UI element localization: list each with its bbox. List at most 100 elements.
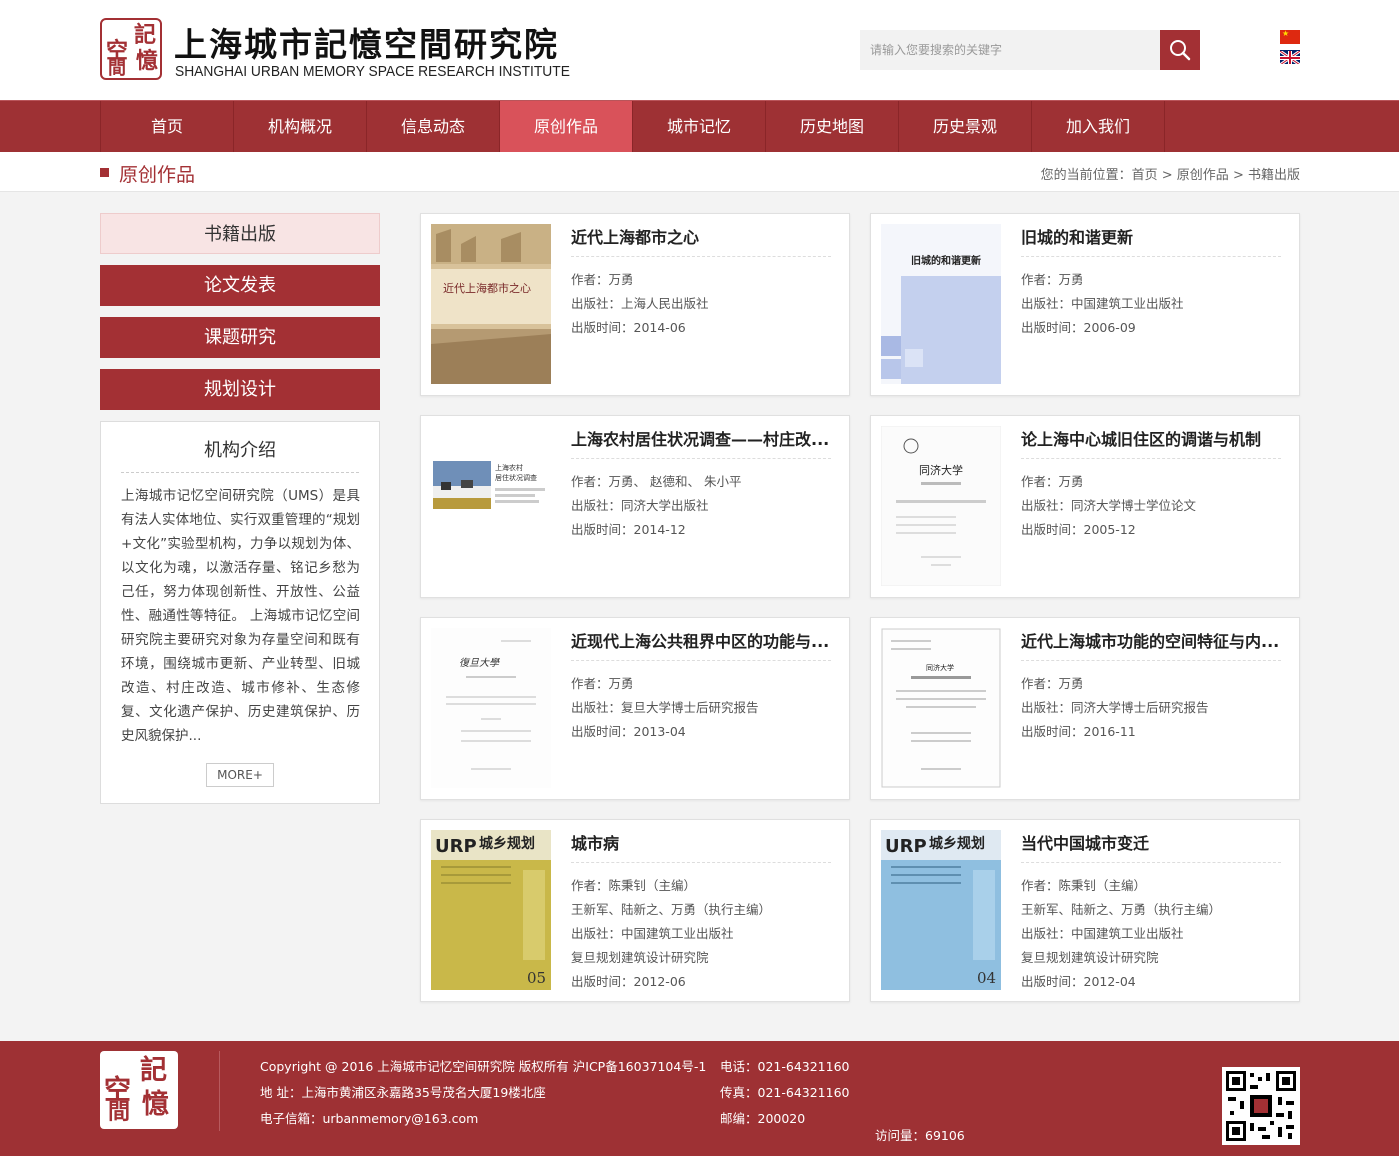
book-publisher: 出版社：复旦大学博士后研究报告 [571,700,759,715]
nav-item-home[interactable]: 首页 [101,101,234,152]
divider [1021,458,1281,459]
book-cover-image[interactable]: URP 城乡规划 04 [881,830,1001,990]
logo-glyph: 記 [140,1055,167,1086]
book-title[interactable]: 当代中国城市变迁 [1021,830,1281,854]
book-author: 作者：万勇 [571,676,634,691]
divider [1021,256,1281,257]
svg-text:居住状况调查: 居住状况调查 [495,473,537,482]
book-title[interactable]: 上海农村居住状况调查——村庄改... [571,426,831,450]
logo-seal-icon[interactable]: 空 記 間 憶 [100,18,162,80]
cover-issue-number: 04 [977,969,996,987]
breadcrumb-books[interactable]: 书籍出版 [1248,168,1300,183]
site-footer: 空 記 間 憶 Copyright @ 2016 上海城市记忆空间研究院 版权所… [0,1041,1399,1156]
book-card[interactable]: 同济大学 论上海中心城旧住区的调谐与机制 作者：万勇 出版社：同济大学博士学位论… [870,415,1300,598]
book-institute: 复旦规划建筑设计研究院 [571,950,709,965]
book-date: 出版时间：2012-06 [571,974,686,989]
book-publisher: 出版社：同济大学出版社 [571,498,709,513]
logo-glyph: 憶 [142,1089,169,1120]
svg-text:URP: URP [435,836,477,857]
intro-text: 上海城市记忆空间研究院（UMS）是具有法人实体地位、实行双重管理的“规划+文化”… [121,488,360,744]
book-card[interactable]: URP 城乡规划 05 城市病 作者：陈秉钊（主编） 王新军、陆新之、万勇（执行… [420,819,850,1002]
book-cover-image[interactable]: 近代上海都市之心 [431,224,551,384]
book-title[interactable]: 近代上海都市之心 [571,224,831,248]
side-item-papers[interactable]: 论文发表 [100,265,380,306]
book-title[interactable]: 近代上海城市功能的空间特征与内... [1021,628,1281,652]
book-author: 作者：陈秉钊（主编） [1021,878,1147,893]
book-editors: 王新军、陆新之、万勇（执行主编） [1021,902,1222,917]
book-date: 出版时间：2012-04 [1021,974,1136,989]
book-title[interactable]: 旧城的和谐更新 [1021,224,1281,248]
section-title: 原创作品 [119,164,196,186]
zh-flag-icon[interactable] [1280,29,1300,44]
book-author: 作者：万勇 [1021,272,1084,287]
cover-text: 同济大学 [926,663,954,672]
side-item-research[interactable]: 课题研究 [100,317,380,358]
nav-item-works[interactable]: 原创作品 [500,101,633,152]
logo-glyph: 間 [108,1099,131,1125]
book-author: 作者：万勇 [571,272,634,287]
search-input[interactable] [860,30,1160,70]
book-card[interactable]: 復旦大學 近现代上海公共租界中区的功能与... 作者：万勇 出版社：复旦大学博士… [420,617,850,800]
nav-item-memory[interactable]: 城市记忆 [633,101,766,152]
copyright-text: Copyright @ 2016 上海城市记忆空间研究院 版权所有 沪ICP备1… [260,1059,707,1074]
breadcrumb-home[interactable]: 首页 [1132,168,1158,183]
book-card[interactable]: 近代上海都市之心 近代上海都市之心 作者：万勇 出版社：上海人民出版社 出版时间… [420,213,850,396]
main-nav: 首页 机构概况 信息动态 原创作品 城市记忆 历史地图 历史景观 加入我们 [0,100,1399,152]
book-title[interactable]: 近现代上海公共租界中区的功能与... [571,628,831,652]
nav-item-landscape[interactable]: 历史景观 [899,101,1032,152]
side-menu: 书籍出版 论文发表 课题研究 规划设计 [100,213,380,421]
book-institute: 复旦规划建筑设计研究院 [1021,950,1159,965]
book-card[interactable]: 同济大学 近代上海城市功能的空间特征与内... 作者：万勇 出版社：同济大学博士… [870,617,1300,800]
book-date: 出版时间：2006-09 [1021,320,1136,335]
book-cover-image[interactable]: URP 城乡规划 05 [431,830,551,990]
breadcrumb-works[interactable]: 原创作品 [1177,168,1229,183]
nav-item-about[interactable]: 机构概况 [234,101,367,152]
book-author: 作者：万勇 [1021,474,1084,489]
book-author: 作者：万勇、 赵德和、 朱小平 [571,474,742,489]
book-title[interactable]: 论上海中心城旧住区的调谐与机制 [1021,426,1281,450]
book-publisher: 出版社：中国建筑工业出版社 [1021,296,1184,311]
logo-glyph: 憶 [136,48,159,74]
book-meta: 作者：陈秉钊（主编） 王新军、陆新之、万勇（执行主编） 出版社：中国建筑工业出版… [571,874,841,994]
postcode-text: 邮编：200020 [720,1111,806,1126]
book-meta: 作者：陈秉钊（主编） 王新军、陆新之、万勇（执行主编） 出版社：中国建筑工业出版… [1021,874,1291,994]
book-publisher: 出版社：同济大学博士学位论文 [1021,498,1197,513]
book-cover-image[interactable]: 上海农村 居住状况调查 [431,426,551,586]
nav-item-join[interactable]: 加入我们 [1032,101,1165,152]
breadcrumb-prefix: 您的当前位置： [1040,168,1132,183]
site-title[interactable]: 上海城市記憶空間研究院 [174,18,559,66]
divider [121,472,359,473]
more-button[interactable]: MORE+ [206,763,274,787]
book-cover-image[interactable]: 復旦大學 [431,628,551,788]
section-marker-icon [100,168,109,177]
book-date: 出版时间：2014-06 [571,320,686,335]
book-cover-image[interactable]: 同济大学 [881,628,1001,788]
book-meta: 作者：万勇、 赵德和、 朱小平 出版社：同济大学出版社 出版时间：2014-12 [571,470,841,542]
nav-item-news[interactable]: 信息动态 [367,101,500,152]
logo-glyph: 記 [134,22,157,48]
breadcrumb-separator: > [1161,168,1173,183]
book-cover-image[interactable]: 旧城的和谐更新 [881,224,1001,384]
book-card[interactable]: 上海农村 居住状况调查 上海农村居住状况调查——村庄改... 作者：万勇、 赵德… [420,415,850,598]
en-flag-icon[interactable] [1280,50,1300,64]
book-publisher: 出版社：中国建筑工业出版社 [1021,926,1184,941]
book-card[interactable]: 旧城的和谐更新 旧城的和谐更新 作者：万勇 出版社：中国建筑工业出版社 出版时间… [870,213,1300,396]
qr-code-icon [1222,1067,1300,1145]
book-title[interactable]: 城市病 [571,830,831,854]
nav-item-maps[interactable]: 历史地图 [766,101,899,152]
book-meta: 作者：万勇 出版社：中国建筑工业出版社 出版时间：2006-09 [1021,268,1291,340]
footer-logo-icon: 空 記 間 憶 [100,1051,178,1129]
book-date: 出版时间：2005-12 [1021,522,1136,537]
divider [571,862,831,863]
side-item-planning[interactable]: 规划设计 [100,369,380,410]
book-publisher: 出版社：中国建筑工业出版社 [571,926,734,941]
search-button[interactable] [1160,30,1200,70]
book-card[interactable]: URP 城乡规划 04 当代中国城市变迁 作者：陈秉钊（主编） 王新军、陆新之、… [870,819,1300,1002]
book-cover-image[interactable]: 同济大学 [881,426,1001,586]
cover-issue-number: 05 [527,969,546,987]
email-text[interactable]: 电子信箱：urbanmemory@163.com [260,1108,478,1127]
book-publisher: 出版社：上海人民出版社 [571,296,709,311]
book-author: 作者：万勇 [1021,676,1084,691]
side-item-books[interactable]: 书籍出版 [100,213,380,254]
book-author: 作者：陈秉钊（主编） [571,878,697,893]
